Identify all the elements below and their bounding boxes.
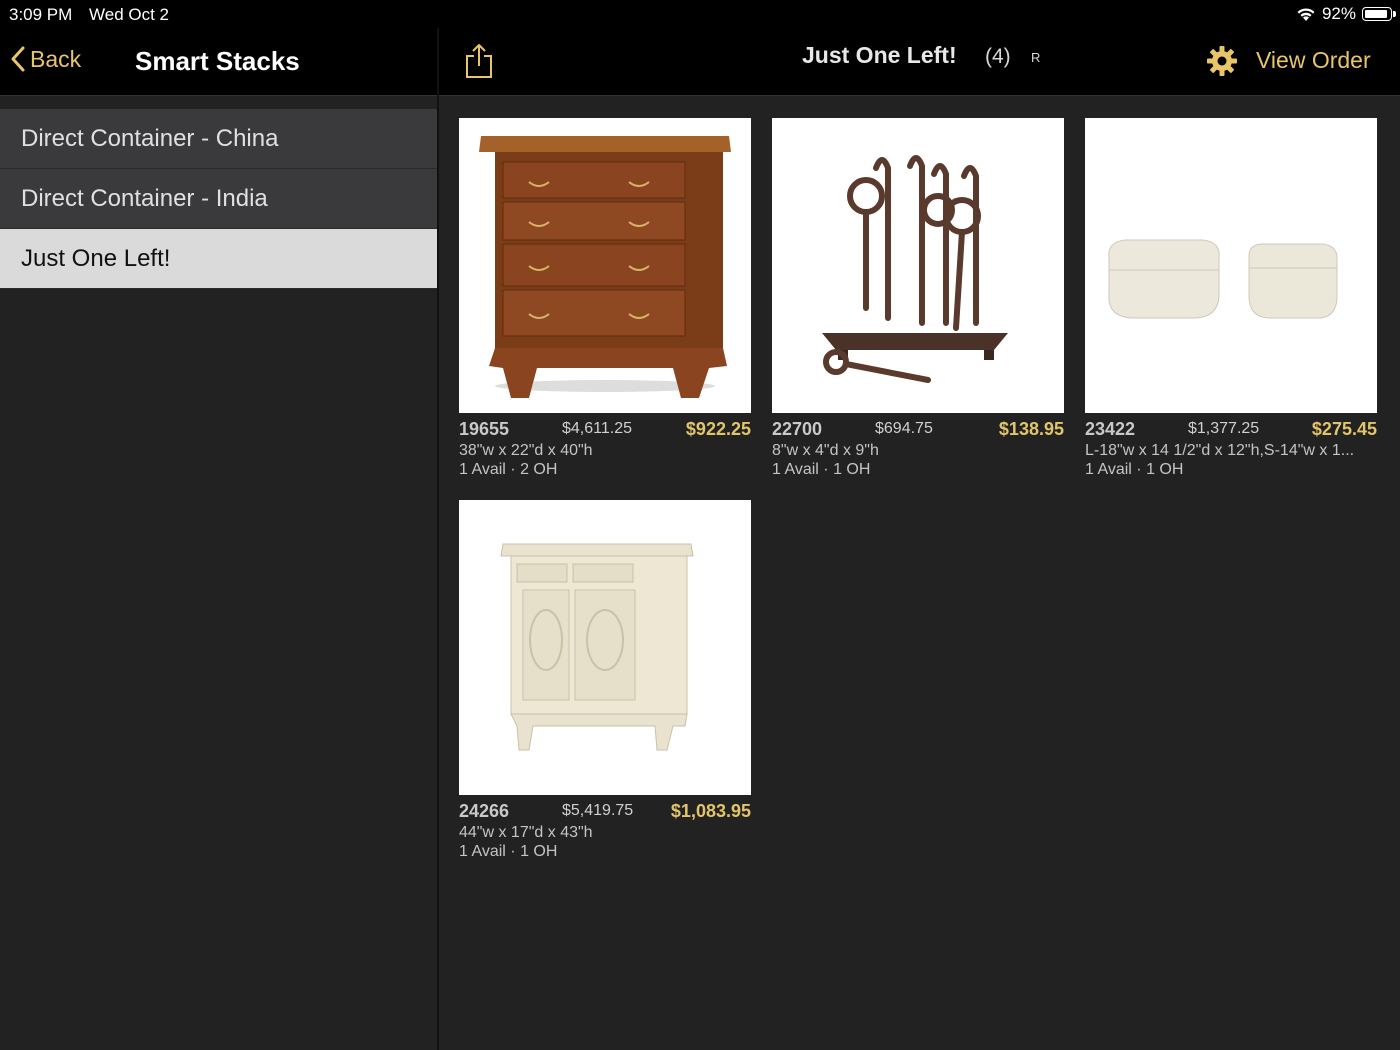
product-retail-price: $694.75 (875, 420, 933, 437)
view-order-button[interactable]: View Order (1256, 47, 1371, 74)
sidebar-item-just-one-left[interactable]: Just One Left! (0, 229, 437, 289)
product-dimensions: 44"w x 17"d x 43"h (459, 824, 593, 841)
chest-of-drawers-image (459, 118, 751, 413)
product-price: $275.45 (1311, 419, 1377, 439)
left-navigation-bar: Back Smart Stacks (0, 28, 437, 96)
iron-keys-stand-image (772, 118, 1064, 413)
product-sku: 23422 (1085, 419, 1136, 439)
product-dimensions: L-18"w x 14 1/2"d x 12"h,S-14"w x 1... (1085, 442, 1355, 459)
product-card[interactable]: 19655 $4,611.25 $922.25 38"w x 22"d x 40… (459, 118, 751, 479)
product-sku: 19655 (459, 419, 510, 439)
product-availability: 1 Avail · 1 OH (1085, 461, 1184, 478)
status-date: Wed Oct 2 (89, 5, 169, 24)
product-card[interactable]: 24266 $5,419.75 $1,083.95 44"w x 17"d x … (459, 500, 751, 861)
chevron-left-icon (11, 46, 25, 72)
product-card[interactable]: 23422 $1,377.25 $275.45 L-18"w x 14 1/2"… (1085, 118, 1377, 479)
split-divider (437, 28, 439, 1050)
page-title: Just One Left! (802, 42, 957, 68)
back-label: Back (30, 45, 82, 72)
sidebar-title: Smart Stacks (135, 46, 300, 76)
registered-mark: R (1031, 50, 1041, 65)
detail-navigation-bar: Just One Left! (4) R View Order (439, 28, 1400, 96)
status-time: 3:09 PM (9, 5, 73, 24)
product-sku: 24266 (459, 801, 510, 821)
product-card[interactable]: 22700 $694.75 $138.95 8"w x 4"d x 9"h 1 … (772, 118, 1064, 479)
share-button[interactable] (464, 42, 494, 85)
sidebar-item-direct-container-india[interactable]: Direct Container - India (0, 169, 437, 229)
product-dimensions: 38"w x 22"d x 40"h (459, 442, 593, 459)
sidebar: Direct Container - China Direct Containe… (0, 96, 437, 1050)
back-button[interactable]: Back (10, 45, 81, 73)
product-retail-price: $4,611.25 (562, 420, 632, 437)
gear-icon (1207, 46, 1237, 76)
status-right: 92% (1296, 4, 1396, 24)
product-price: $138.95 (998, 419, 1064, 439)
battery-icon (1362, 7, 1396, 21)
battery-percent: 92% (1321, 4, 1356, 23)
product-availability: 1 Avail · 2 OH (459, 461, 558, 478)
product-price: $922.25 (685, 419, 751, 439)
wifi-icon (1297, 7, 1315, 21)
product-availability: 1 Avail · 1 OH (459, 843, 558, 860)
white-boxes-image (1085, 118, 1377, 413)
sidebar-item-direct-container-china[interactable]: Direct Container - China (0, 109, 437, 169)
item-count: (4) (985, 45, 1011, 68)
settings-button[interactable] (1206, 45, 1238, 82)
product-dimensions: 8"w x 4"d x 9"h (772, 442, 879, 459)
product-retail-price: $1,377.25 (1188, 420, 1260, 437)
share-icon (466, 44, 492, 78)
product-sku: 22700 (772, 419, 823, 439)
product-availability: 1 Avail · 1 OH (772, 461, 871, 478)
product-price: $1,083.95 (670, 801, 751, 821)
cream-cabinet-image (459, 500, 751, 795)
status-bar: 3:09 PM Wed Oct 2 92% (0, 0, 1400, 28)
product-retail-price: $5,419.75 (562, 802, 634, 819)
